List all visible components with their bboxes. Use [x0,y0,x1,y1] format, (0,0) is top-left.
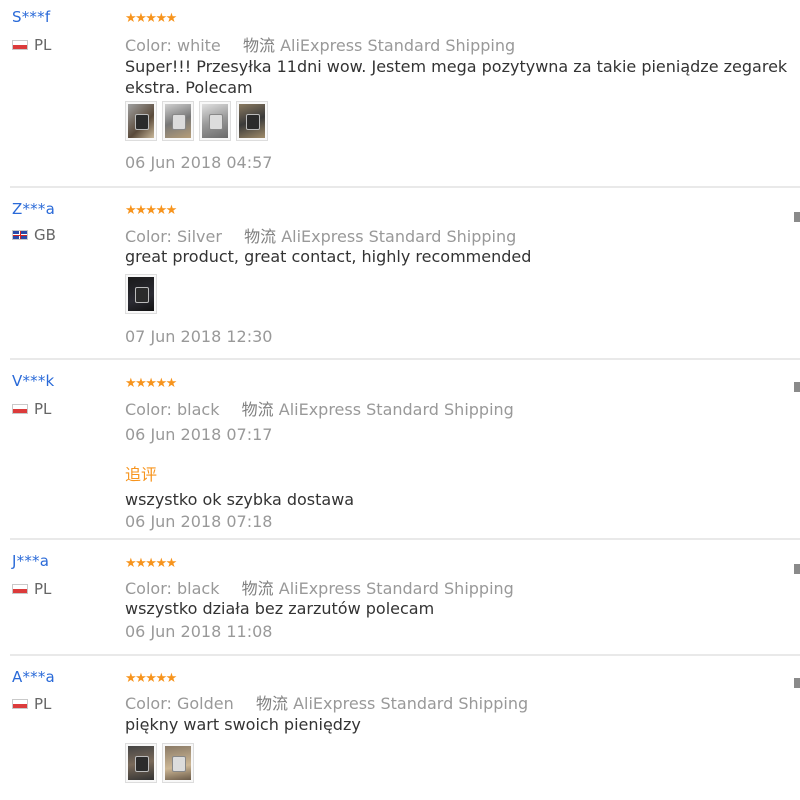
reviewer-name[interactable]: A***a [12,668,55,686]
logistics-label: 物流 [255,694,288,713]
review-photo-thumbnail[interactable] [162,743,194,783]
order-info: Color: black 物流 AliExpress Standard Ship… [125,575,514,599]
review-item: J***a PL ★★★★★ Color: black 物流 AliExpres… [0,542,800,654]
review-text: Super!!! Przesyłka 11dni wow. Jestem meg… [125,57,788,97]
order-info: Color: Golden 物流 AliExpress Standard Shi… [125,690,528,714]
scrollbar-marker-icon [794,678,800,688]
logistics-value: AliExpress Standard Shipping [281,227,517,246]
country-code: PL [34,695,52,713]
reviewer-country: PL [12,36,51,54]
uk-flag-icon [12,230,28,240]
star-rating: ★★★★★ [125,376,177,391]
color-value: Silver [176,227,222,246]
review-date: 06 Jun 2018 11:08 [125,622,273,641]
review-item: A***a PL ★★★★★ Color: Golden 物流 AliExpre… [0,658,800,800]
logistics-value: AliExpress Standard Shipping [278,400,514,419]
review-photos [125,274,157,314]
color-label: Color: [125,400,172,419]
additional-feedback-text: wszystko ok szybka dostawa [125,490,355,509]
star-rating: ★★★★★ [125,556,177,571]
review-text: great product, great contact, highly rec… [125,247,532,266]
reviewer-name[interactable]: S***f [12,8,50,26]
review-date: 06 Jun 2018 04:57 [125,153,273,172]
star-rating: ★★★★★ [125,11,177,26]
reviewer-name[interactable]: Z***a [12,200,55,218]
order-info: Color: Silver 物流 AliExpress Standard Shi… [125,223,516,247]
reviewer-name[interactable]: V***k [12,372,54,390]
color-label: Color: [125,579,172,598]
review-item: S***f PL ★★★★★ Color: white 物流 AliExpres… [0,0,800,190]
reviewer-country: PL [12,695,51,713]
review-divider [10,538,800,540]
scrollbar-marker-icon [794,564,800,574]
country-code: PL [34,580,52,598]
review-photo-thumbnail[interactable] [236,101,268,141]
review-item: V***k PL ★★★★★ Color: black 物流 AliExpres… [0,362,800,538]
poland-flag-icon [12,404,28,414]
logistics-value: AliExpress Standard Shipping [280,36,516,55]
logistics-label: 物流 [242,36,275,55]
review-text: wszystko działa bez zarzutów polecam [125,599,435,618]
color-label: Color: [125,694,172,713]
country-code: PL [34,36,52,54]
color-value: Golden [176,694,234,713]
logistics-label: 物流 [241,400,274,419]
review-photos [125,743,194,783]
color-value: black [176,400,220,419]
review-photo-thumbnail[interactable] [162,101,194,141]
review-date: 06 Jun 2018 07:17 [125,425,273,444]
color-value: black [176,579,220,598]
review-item: Z***a GB ★★★★★ Color: Silver 物流 AliExpre… [0,190,800,360]
poland-flag-icon [12,40,28,50]
country-code: PL [34,400,52,418]
reviewer-country: GB [12,226,56,244]
review-photo-thumbnail[interactable] [125,274,157,314]
review-photo-thumbnail[interactable] [199,101,231,141]
reviewer-name[interactable]: J***a [12,552,49,570]
order-info: Color: white 物流 AliExpress Standard Ship… [125,32,515,56]
poland-flag-icon [12,699,28,709]
poland-flag-icon [12,584,28,594]
review-photo-thumbnail[interactable] [125,743,157,783]
logistics-value: AliExpress Standard Shipping [293,694,529,713]
review-photos [125,101,268,141]
color-label: Color: [125,36,172,55]
reviewer-country: PL [12,400,51,418]
review-divider [10,654,800,656]
color-label: Color: [125,227,172,246]
review-divider [10,186,800,188]
order-info: Color: black 物流 AliExpress Standard Ship… [125,396,514,420]
star-rating: ★★★★★ [125,203,177,218]
scrollbar-marker-icon [794,382,800,392]
logistics-label: 物流 [241,579,274,598]
color-value: white [176,36,221,55]
additional-feedback-label: 追评 [125,465,158,484]
additional-feedback-date: 06 Jun 2018 07:18 [125,512,273,531]
star-rating: ★★★★★ [125,671,177,686]
review-divider [10,358,800,360]
logistics-label: 物流 [244,227,277,246]
reviewer-country: PL [12,580,51,598]
review-date: 07 Jun 2018 12:30 [125,327,273,346]
logistics-value: AliExpress Standard Shipping [278,579,514,598]
country-code: GB [34,226,56,244]
review-text: piękny wart swoich pieniędzy [125,715,361,734]
scrollbar-marker-icon [794,212,800,222]
review-photo-thumbnail[interactable] [125,101,157,141]
